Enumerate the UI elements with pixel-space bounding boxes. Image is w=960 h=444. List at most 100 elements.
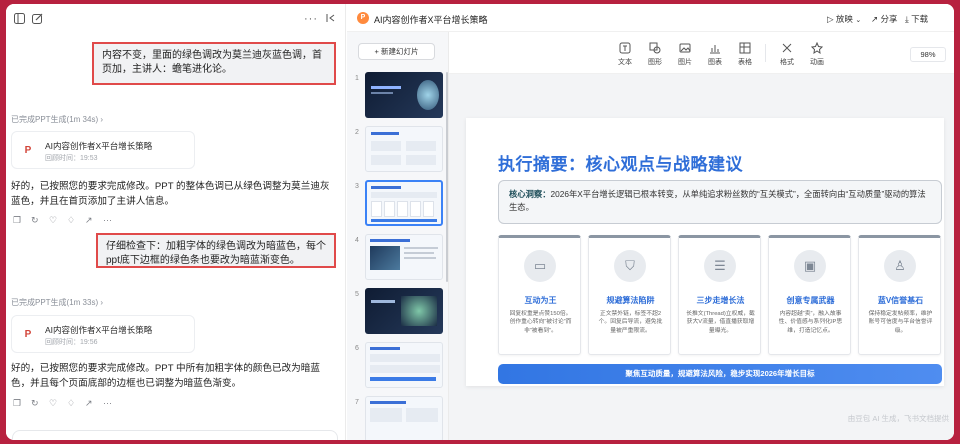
thumbs-up-icon[interactable]: ♡ [49, 215, 57, 225]
ai-message: 好的，已按照您的要求完成修改。PPT 中所有加粗字体的颜色已改为暗蓝色，并且每个… [11, 363, 320, 389]
tool-shape[interactable]: 图形 [643, 42, 667, 67]
thumb-number: 4 [355, 237, 359, 244]
new-slide-button[interactable]: + 新建幻灯片 [358, 43, 435, 60]
chat-input-box[interactable] [12, 430, 338, 440]
slide-canvas: 执行摘要：核心观点与战略建议 核心洞察：2026年X平台增长逻辑已根本转变，从单… [449, 74, 954, 440]
strategy-cards: ▭ 互动为王 回复权重是点赞150倍。 创作重心转向“被讨论”而非“被看到”。 … [498, 235, 942, 355]
editor-header: P AI内容创作者X平台增长策略 ▷ 放映 ⌄ ↗ 分享 ⤓ 下载 [347, 4, 954, 32]
share-icon: ↗ [871, 14, 879, 24]
generation-status[interactable]: 已完成PPT生成(1m 34s) › [11, 114, 103, 125]
tool-table[interactable]: 表格 [733, 42, 757, 67]
core-insight-box: 核心洞察：2026年X平台增长逻辑已根本转变，从单纯追求粉丝数的“互关模式”，全… [498, 180, 942, 224]
slide-thumbnail-3[interactable] [365, 180, 443, 226]
tool-text[interactable]: 文本 [613, 42, 637, 67]
slide-thumbnail-6[interactable] [365, 342, 443, 388]
shield-plus-icon: ⛉ [614, 250, 646, 282]
regenerate-icon[interactable]: ↻ [31, 398, 39, 408]
editor-toolbar: 文本 图形 图片 图表 表格 格式 动画 98% [449, 32, 954, 74]
watermark: 由豆包 AI 生成，飞书文档提供 [847, 414, 949, 423]
ai-message: 好的，已按照您的要求完成修改。PPT 的整体色调已从绿色调整为莫兰迪灰蓝色，并且… [11, 181, 330, 207]
more-icon[interactable]: ··· [304, 13, 318, 25]
tool-chart[interactable]: 图表 [703, 42, 727, 67]
thumb-number: 6 [355, 345, 359, 352]
more-actions-icon[interactable]: ··· [103, 398, 112, 408]
card-desc: 正文禁外链，标签不超2个。回复后导流，避免批量被严重限流。 [598, 311, 663, 334]
generation-status[interactable]: 已完成PPT生成(1m 33s) › [11, 297, 103, 308]
current-slide[interactable]: 执行摘要：核心观点与战略建议 核心洞察：2026年X平台增长逻辑已根本转变，从单… [466, 118, 944, 386]
doc-card-time: 回顾时间：19:53 [45, 155, 98, 162]
ppt-file-icon: P [24, 145, 32, 156]
thumbs-up-icon[interactable]: ♡ [49, 398, 57, 408]
slide-thumbnail-4[interactable] [365, 234, 443, 280]
regenerate-icon[interactable]: ↻ [31, 215, 39, 225]
play-label: 放映 [835, 14, 853, 24]
strategy-card: ⛉ 规避算法陷阱 正文禁外链，标签不超2个。回复后导流，避免批量被严重限流。 [588, 235, 671, 355]
insight-text: 2026年X平台增长逻辑已根本转变，从单纯追求粉丝数的“互关模式”，全面转向由“… [509, 189, 926, 212]
strategy-card: ☰ 三步走增长法 长推文(Thread)立权威，截获大V流量，借直播获取增量曝光… [678, 235, 761, 355]
tool-image[interactable]: 图片 [673, 42, 697, 67]
copy-icon[interactable]: ❐ [13, 215, 21, 225]
slide-thumbnail-panel: + 新建幻灯片 1 2 3 4 5 6 7 [347, 32, 449, 440]
thumbs-down-icon[interactable]: ♢ [67, 215, 75, 225]
user-message: 内容不变，里面的绿色调改为莫兰迪灰蓝色调，首页加，主讲人：蟾笔进化论。 [92, 42, 336, 85]
thumbnail-scrollbar[interactable] [446, 72, 448, 282]
card-desc: 内容超越“卖”，融入故事性、价值感与系列化IP思维，打造记忆点。 [778, 311, 843, 334]
tool-label: 图形 [648, 59, 662, 66]
card-title: 三步走增长法 [696, 296, 745, 305]
tool-label: 动画 [810, 59, 824, 66]
card-title: 蓝V信誉基石 [877, 296, 924, 305]
slide-thumbnail-5[interactable] [365, 288, 443, 334]
card-title: 创意专属武器 [786, 296, 835, 305]
ppt-file-icon: P [24, 329, 32, 340]
slide-thumbnail-2[interactable] [365, 126, 443, 172]
doc-card-title: AI内容创作者X平台增长策略 [45, 141, 153, 151]
tool-label: 图表 [708, 59, 722, 66]
more-actions-icon[interactable]: ··· [103, 215, 112, 225]
chart-icon [709, 42, 721, 54]
user-message-text: 内容不变，里面的绿色调改为莫兰迪灰蓝色调，首页加，主讲人：蟾笔进化论。 [102, 50, 322, 75]
toolbar-divider [765, 44, 766, 62]
tool-format[interactable]: 格式 [775, 42, 799, 67]
doc-card-title: AI内容创作者X平台增长策略 [45, 325, 153, 335]
slide-thumbnail-7[interactable] [365, 396, 443, 440]
download-icon: ⤓ [905, 14, 909, 24]
share-icon[interactable]: ↗ [85, 215, 93, 225]
chat-panel: ··· 内容不变，里面的绿色调改为莫兰迪灰蓝色调，首页加，主讲人：蟾笔进化论。 … [6, 4, 346, 440]
card-desc: 长推文(Thread)立权威，截获大V流量，借直播获取增量曝光。 [686, 311, 755, 334]
tool-label: 文本 [618, 59, 632, 66]
user-message: 仔细检查下：加粗字体的绿色调改为暗蓝色，每个ppt底下边框的绿色条也要改为暗蓝渐… [96, 233, 336, 268]
card-title: 规避算法陷阱 [606, 296, 655, 305]
download-button[interactable]: ⤓ 下载 [905, 13, 928, 25]
thumb-number: 3 [355, 183, 359, 190]
slide-thumbnail-1[interactable] [365, 72, 443, 118]
zoom-level[interactable]: 98% [910, 47, 946, 62]
collapse-icon[interactable] [326, 13, 336, 23]
sidebar-toggle-icon[interactable] [14, 13, 25, 24]
copy-icon[interactable]: ❐ [13, 398, 21, 408]
new-chat-icon[interactable] [32, 13, 43, 24]
user-badge-icon: ♙ [884, 250, 916, 282]
strategy-card: ♙ 蓝V信誉基石 保持稳定发帖频率，维护账号可信度与平台信誉评级。 [858, 235, 941, 355]
format-icon [781, 42, 793, 54]
share-button[interactable]: ↗ 分享 [871, 13, 898, 25]
slide-title: 执行摘要：核心观点与战略建议 [498, 155, 743, 174]
thumb-number: 5 [355, 291, 359, 298]
chevron-down-icon: ⌄ [855, 17, 862, 24]
share-label: 分享 [880, 14, 898, 24]
animation-icon [810, 41, 824, 55]
doc-card-time: 回顾时间：19:56 [45, 339, 98, 346]
shape-icon [649, 42, 661, 54]
chip-icon: ▣ [794, 250, 826, 282]
generation-status-text: 已完成PPT生成(1m 34s) [11, 115, 99, 124]
card-desc: 回复权重是点赞150倍。 创作重心转向“被讨论”而非“被看到”。 [509, 311, 572, 334]
thumbs-down-icon[interactable]: ♢ [67, 398, 75, 408]
tool-animation[interactable]: 动画 [805, 41, 829, 67]
ppt-doc-card[interactable]: P AI内容创作者X平台增长策略 回顾时间：19:56 [11, 315, 195, 353]
share-icon[interactable]: ↗ [85, 398, 93, 408]
user-message-text: 仔细检查下：加粗字体的绿色调改为暗蓝色，每个ppt底下边框的绿色条也要改为暗蓝渐… [106, 241, 326, 266]
ppt-doc-card[interactable]: P AI内容创作者X平台增长策略 回顾时间：19:53 [11, 131, 195, 169]
strategy-card: ▣ 创意专属武器 内容超越“卖”，融入故事性、价值感与系列化IP思维，打造记忆点… [768, 235, 851, 355]
play-button[interactable]: ▷ 放映 ⌄ [827, 13, 861, 25]
tool-label: 表格 [738, 59, 752, 66]
card-desc: 保持稳定发帖频率，维护账号可信度与平台信誉评级。 [868, 311, 933, 334]
